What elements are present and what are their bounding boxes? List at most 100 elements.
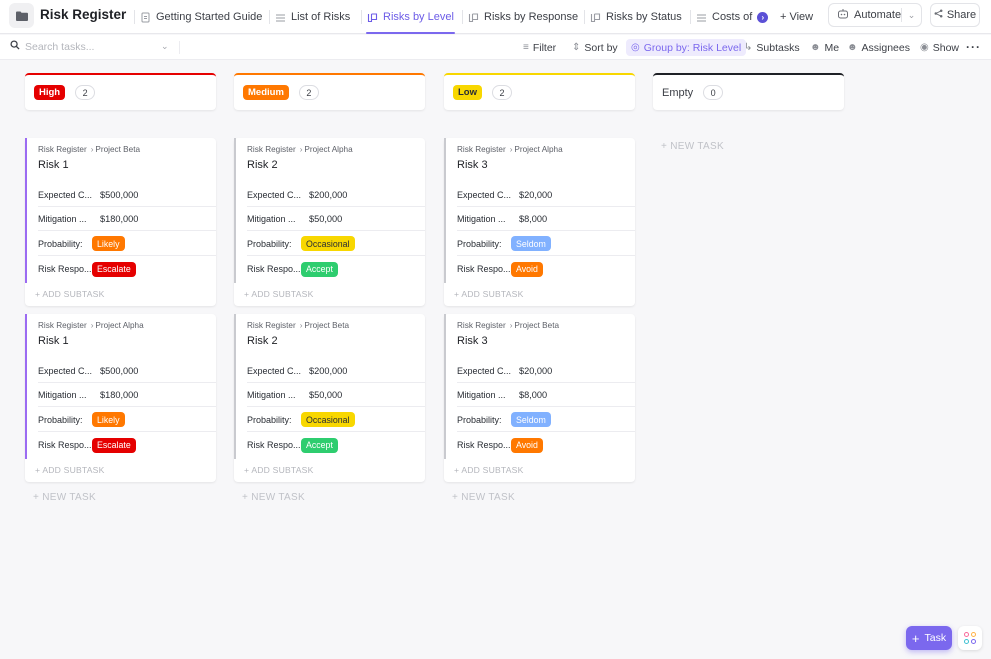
- subtasks-button[interactable]: ↳ Subtasks: [744, 39, 800, 56]
- task-count-badge: 0: [703, 85, 724, 100]
- new-task-button[interactable]: + NEW TASK: [33, 492, 96, 503]
- mitigation-value[interactable]: $8,000: [519, 390, 547, 400]
- mitigation-value[interactable]: $50,000: [309, 390, 342, 400]
- new-task-button[interactable]: + NEW TASK: [661, 141, 724, 152]
- group-by-button[interactable]: ◎ Group by: Risk Level: [626, 39, 747, 56]
- probability-tag[interactable]: Likely: [92, 236, 125, 251]
- expected-cost-value[interactable]: $20,000: [519, 190, 552, 200]
- assignees-button[interactable]: ☻ Assignees: [847, 39, 910, 56]
- task-name[interactable]: Risk 3: [457, 159, 488, 171]
- task-name[interactable]: Risk 1: [38, 335, 69, 347]
- breadcrumb[interactable]: Risk Register › Project Beta: [38, 145, 140, 154]
- breadcrumb-list[interactable]: Risk Register: [247, 321, 296, 330]
- share-button[interactable]: Share: [930, 3, 980, 27]
- task-card[interactable]: Risk Register › Project Alpha Risk 3 Expecte…: [444, 138, 635, 306]
- task-name[interactable]: Risk 2: [247, 159, 278, 171]
- response-tag[interactable]: Escalate: [92, 437, 136, 453]
- expected-cost-value[interactable]: $20,000: [519, 366, 552, 376]
- task-card[interactable]: Risk Register › Project Alpha Risk 1 Expecte…: [25, 314, 216, 482]
- expected-cost-value[interactable]: $200,000: [309, 190, 347, 200]
- sort-button[interactable]: ⇕ Sort by: [572, 39, 618, 56]
- probability-tag[interactable]: Seldom: [511, 412, 551, 427]
- show-button[interactable]: ◉ Show: [920, 39, 959, 56]
- tab-risks-by-response[interactable]: Risks by Response: [462, 0, 578, 34]
- level-badge: Low: [453, 85, 482, 100]
- probability-tag[interactable]: Likely: [92, 412, 125, 427]
- add-subtask-button[interactable]: + ADD SUBTASK: [35, 465, 105, 475]
- mitigation-value[interactable]: $180,000: [100, 390, 138, 400]
- breadcrumb-list[interactable]: Risk Register: [38, 321, 87, 330]
- task-card[interactable]: Risk Register › Project Beta Risk 3 Expected…: [444, 314, 635, 482]
- automate-label: Automate: [854, 9, 902, 21]
- chevron-down-icon[interactable]: ⌄: [901, 8, 921, 22]
- automate-button[interactable]: Automate ⌄: [828, 3, 922, 27]
- breadcrumb-project[interactable]: Project Alpha: [514, 145, 562, 154]
- field-label: Risk Respo...: [38, 440, 92, 450]
- new-task-button[interactable]: + NEW TASK: [242, 492, 305, 503]
- tab-getting-started-guide[interactable]: Getting Started Guide: [134, 0, 262, 34]
- chevron-down-icon[interactable]: ⌄: [161, 41, 169, 52]
- breadcrumb-list[interactable]: Risk Register: [38, 145, 87, 154]
- breadcrumb-list[interactable]: Risk Register: [457, 321, 506, 330]
- response-tag[interactable]: Avoid: [511, 261, 543, 277]
- response-tag[interactable]: Escalate: [92, 261, 136, 277]
- task-name[interactable]: Risk 1: [38, 159, 69, 171]
- breadcrumb[interactable]: Risk Register › Project Beta: [457, 321, 559, 330]
- breadcrumb[interactable]: Risk Register › Project Alpha: [247, 145, 353, 154]
- breadcrumb-project[interactable]: Project Beta: [514, 321, 559, 330]
- expected-cost-value[interactable]: $500,000: [100, 366, 138, 376]
- response-tag[interactable]: Avoid: [511, 437, 543, 453]
- task-card[interactable]: Risk Register › Project Alpha Risk 2 Expecte…: [234, 138, 425, 306]
- me-filter-button[interactable]: ☻ Me: [810, 39, 839, 56]
- probability-tag[interactable]: Seldom: [511, 236, 551, 251]
- probability-tag[interactable]: Occasional: [301, 412, 355, 427]
- breadcrumb[interactable]: Risk Register › Project Alpha: [457, 145, 563, 154]
- mitigation-value[interactable]: $8,000: [519, 214, 547, 224]
- breadcrumb[interactable]: Risk Register › Project Alpha: [38, 321, 144, 330]
- search-input[interactable]: Search tasks...: [10, 40, 94, 53]
- card-accent-bar: [25, 138, 27, 283]
- task-card[interactable]: Risk Register › Project Beta Risk 1 Expected…: [25, 138, 216, 306]
- add-subtask-button[interactable]: + ADD SUBTASK: [454, 465, 524, 475]
- task-name[interactable]: Risk 2: [247, 335, 278, 347]
- expected-cost-value[interactable]: $500,000: [100, 190, 138, 200]
- folder-icon[interactable]: [9, 3, 34, 28]
- breadcrumb-list[interactable]: Risk Register: [457, 145, 506, 154]
- new-task-button[interactable]: + NEW TASK: [452, 492, 515, 503]
- mitigation-value[interactable]: $180,000: [100, 214, 138, 224]
- tab-divider: [462, 10, 463, 24]
- breadcrumb-project[interactable]: Project Beta: [95, 145, 140, 154]
- breadcrumb-project[interactable]: Project Alpha: [95, 321, 143, 330]
- mitigation-value[interactable]: $50,000: [309, 214, 342, 224]
- response-tag[interactable]: Accept: [301, 437, 338, 453]
- column-header-medium[interactable]: Medium 2: [234, 73, 425, 110]
- add-subtask-button[interactable]: + ADD SUBTASK: [244, 465, 314, 475]
- more-tabs-chevron-icon[interactable]: ›: [757, 11, 769, 23]
- tab-risks-by-status[interactable]: Risks by Status: [584, 0, 682, 34]
- filter-button[interactable]: ≡ Filter: [523, 39, 556, 56]
- task-name[interactable]: Risk 3: [457, 335, 488, 347]
- breadcrumb[interactable]: Risk Register › Project Beta: [247, 321, 349, 330]
- breadcrumb-project[interactable]: Project Alpha: [304, 145, 352, 154]
- breadcrumb-project[interactable]: Project Beta: [304, 321, 349, 330]
- response-tag[interactable]: Accept: [301, 261, 338, 277]
- filter-icon: ≡: [523, 42, 529, 53]
- more-options-icon[interactable]: ···: [966, 40, 981, 54]
- column-header-high[interactable]: High 2: [25, 73, 216, 110]
- add-subtask-button[interactable]: + ADD SUBTASK: [454, 289, 524, 299]
- add-task-button[interactable]: + Task: [906, 626, 952, 650]
- column-header-empty[interactable]: Empty 0: [653, 73, 844, 110]
- apps-icon[interactable]: [958, 626, 982, 650]
- add-subtask-button[interactable]: + ADD SUBTASK: [244, 289, 314, 299]
- column-header-low[interactable]: Low 2: [444, 73, 635, 110]
- level-badge: Medium: [243, 85, 289, 100]
- task-card[interactable]: Risk Register › Project Beta Risk 2 Expected…: [234, 314, 425, 482]
- breadcrumb-list[interactable]: Risk Register: [247, 145, 296, 154]
- tab-costs-of[interactable]: Costs of ›: [690, 0, 769, 34]
- add-view-button[interactable]: + View: [780, 0, 813, 34]
- tab-risks-by-level[interactable]: Risks by Level: [361, 0, 455, 34]
- tab-list-of-risks[interactable]: List of Risks: [269, 0, 350, 34]
- probability-tag[interactable]: Occasional: [301, 236, 355, 251]
- expected-cost-value[interactable]: $200,000: [309, 366, 347, 376]
- add-subtask-button[interactable]: + ADD SUBTASK: [35, 289, 105, 299]
